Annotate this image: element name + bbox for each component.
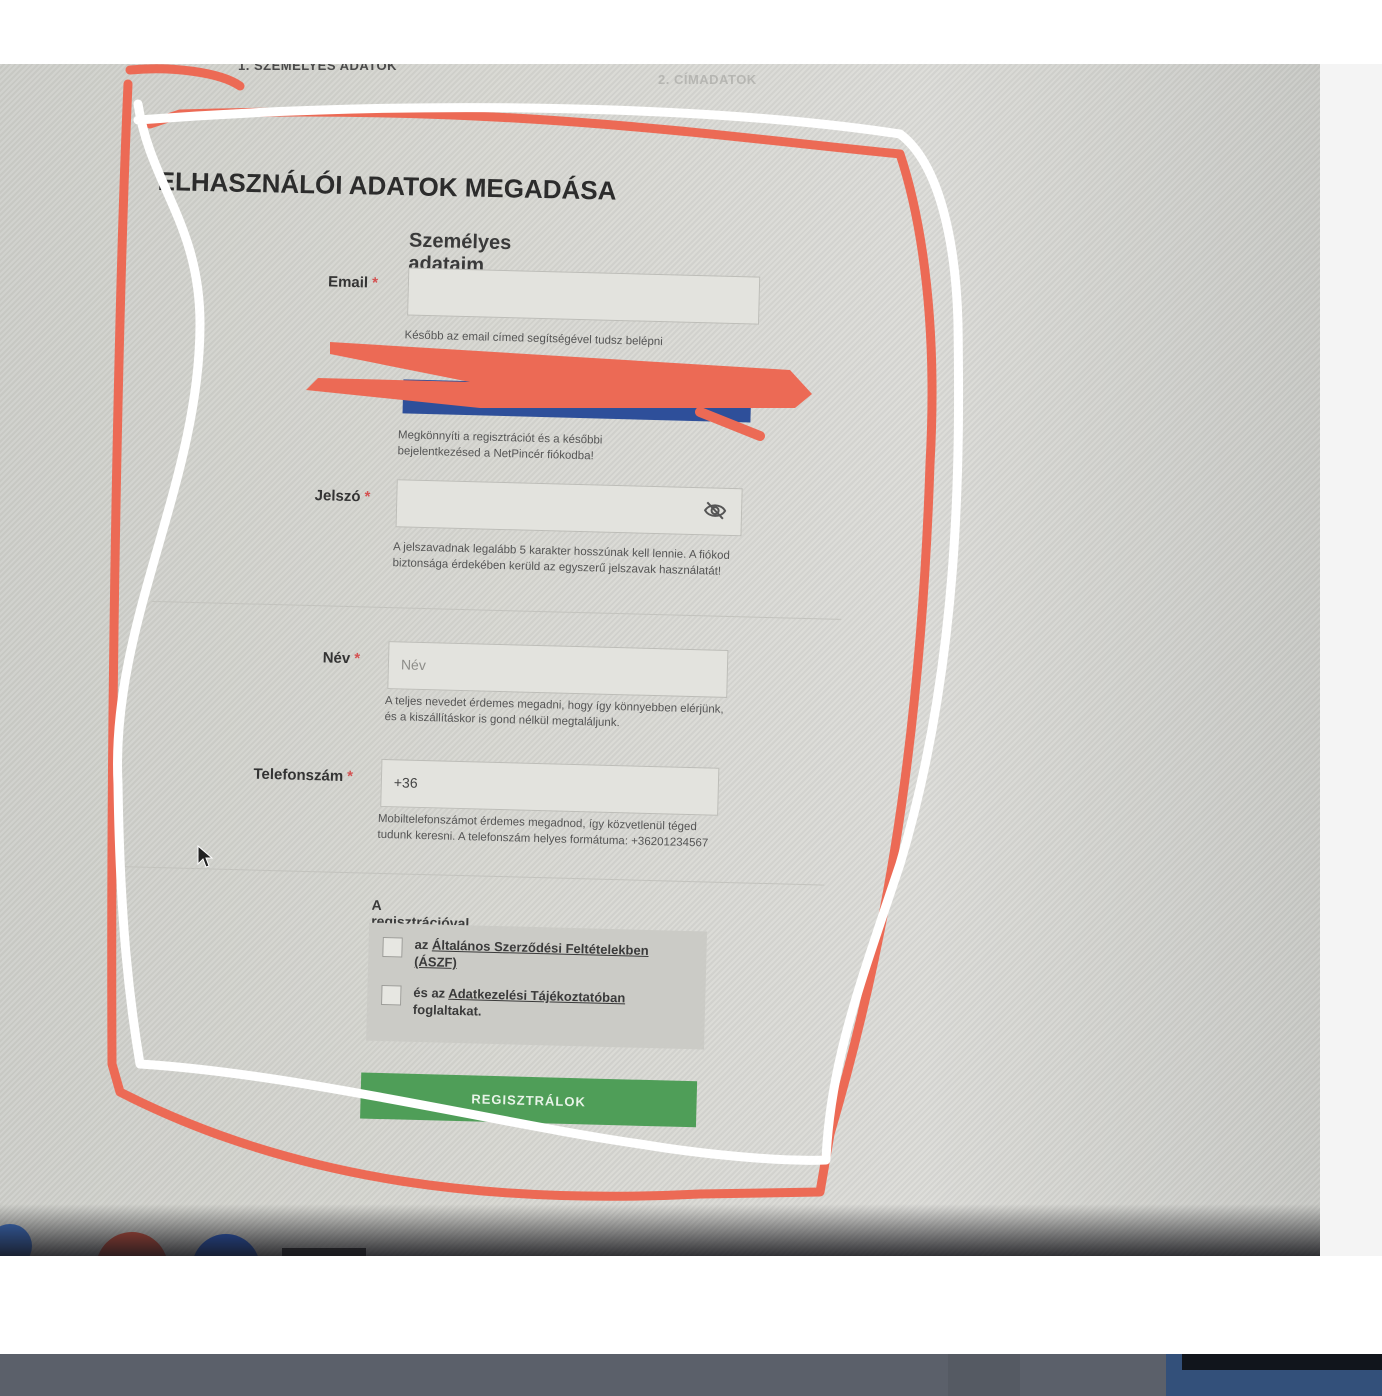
bottom-bar-strip bbox=[1182, 1354, 1382, 1370]
bottom-bar-segment bbox=[948, 1354, 1020, 1396]
right-margin bbox=[1320, 64, 1382, 1256]
bottom-bar bbox=[0, 1354, 1382, 1396]
monitor-photo: 1. SZEMÉLYES ADATOK 2. CÍMADATOK ELHASZN… bbox=[0, 64, 1320, 1256]
redaction-scribble bbox=[306, 342, 812, 441]
